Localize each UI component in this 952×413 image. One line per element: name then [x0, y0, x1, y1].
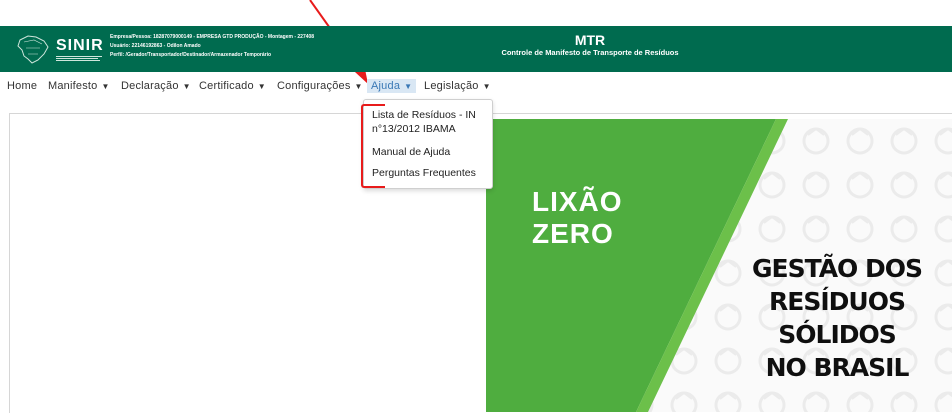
nav-label: Ajuda [371, 80, 401, 92]
menu-item-lista-residuos[interactable]: Lista de Resíduos - IN n°13/2012 IBAMA [372, 108, 476, 136]
banner-right-line: RESÍDUOS [769, 287, 906, 316]
nav-label: Legislação [424, 80, 479, 92]
caret-down-icon: ▼ [354, 82, 363, 91]
caret-down-icon: ▼ [182, 82, 191, 91]
nav-label: Configurações [277, 80, 351, 92]
caret-down-icon: ▼ [101, 82, 110, 91]
menu-item-perguntas-frequentes[interactable]: Perguntas Frequentes [372, 166, 476, 180]
nav-legislacao[interactable]: Legislação ▼ [424, 80, 491, 92]
nav-label: Manifesto [48, 80, 98, 92]
app-header: SINIR Empresa/Pessoa: 18287079000149 - E… [0, 26, 952, 72]
annotation-bracket [361, 104, 385, 188]
app-title: MTR [574, 32, 606, 48]
caret-down-icon: ▼ [482, 82, 491, 91]
app-subtitle: Controle de Manifesto de Transporte de R… [501, 48, 679, 57]
banner-right-title: GESTÃO DOS RESÍDUOS SÓLIDOS NO BRASIL [742, 252, 932, 384]
banner-right-line: GESTÃO DOS [751, 254, 923, 283]
banner-left-line: LIXÃO [532, 186, 623, 217]
banner-left-line: ZERO [532, 218, 614, 249]
nav-label: Certificado [199, 80, 254, 92]
main-navbar: Home Manifesto ▼ Declaração ▼ Certificado ▼… [0, 76, 952, 98]
caret-down-icon: ▼ [404, 82, 413, 91]
banner-right-line: SÓLIDOS [778, 320, 897, 349]
banner-left-title: LIXÃO ZERO [532, 186, 623, 250]
nav-label: Home [7, 80, 38, 92]
nav-ajuda[interactable]: Ajuda ▼ [367, 79, 417, 93]
menu-item-label: n°13/2012 IBAMA [372, 123, 456, 135]
menu-item-label: Lista de Resíduos - IN [372, 109, 476, 121]
nav-home[interactable]: Home [7, 80, 37, 92]
nav-manifesto[interactable]: Manifesto ▼ [48, 80, 110, 92]
nav-declaracao[interactable]: Declaração ▼ [121, 80, 191, 92]
nav-label: Declaração [121, 80, 179, 92]
nav-certificado[interactable]: Certificado ▼ [199, 80, 266, 92]
caret-down-icon: ▼ [257, 82, 266, 91]
banner-right-line: NO BRASIL [765, 353, 910, 382]
nav-configuracoes[interactable]: Configurações ▼ [277, 80, 363, 92]
app-title-block: MTR Controle de Manifesto de Transporte … [0, 32, 952, 58]
